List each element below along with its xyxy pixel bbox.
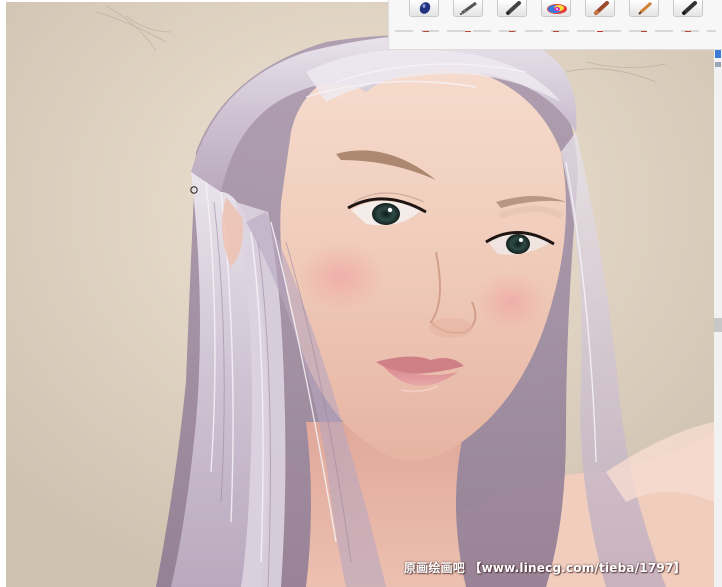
oil-brush-tool[interactable] [585, 0, 615, 17]
blue-paint-tube-tool[interactable] [409, 0, 439, 17]
scroll-arrow-icon[interactable] [715, 62, 721, 67]
marker-tool[interactable] [497, 0, 527, 17]
vertical-scrollbar[interactable] [714, 50, 722, 587]
airbrush-tool[interactable] [453, 0, 483, 17]
painting-app-window: 原画绘画吧 【www.linecg.com/tieba/1797】 [0, 0, 722, 587]
airbrush-icon [460, 1, 477, 15]
painting-canvas[interactable] [6, 2, 714, 587]
brush-toolbar [388, 0, 722, 50]
felt-pen-tool[interactable] [673, 0, 703, 17]
scroll-marker-icon[interactable] [715, 50, 721, 58]
color-wheel-icon [547, 4, 567, 14]
scrollbar-thumb[interactable] [714, 318, 722, 332]
pencil-tool[interactable] [629, 0, 659, 17]
portrait-painting [6, 2, 714, 587]
pencil-icon [638, 1, 653, 15]
marker-icon [506, 1, 521, 15]
blue-paint-tube-icon [419, 2, 431, 14]
brush-cursor-icon [190, 186, 198, 194]
toolbar-color-markers [395, 31, 716, 32]
felt-pen-icon [682, 1, 697, 15]
color-wheel-tool[interactable] [541, 0, 571, 17]
watermark-text: 原画绘画吧 【www.linecg.com/tieba/1797】 [404, 561, 686, 575]
oil-brush-icon [593, 1, 609, 16]
